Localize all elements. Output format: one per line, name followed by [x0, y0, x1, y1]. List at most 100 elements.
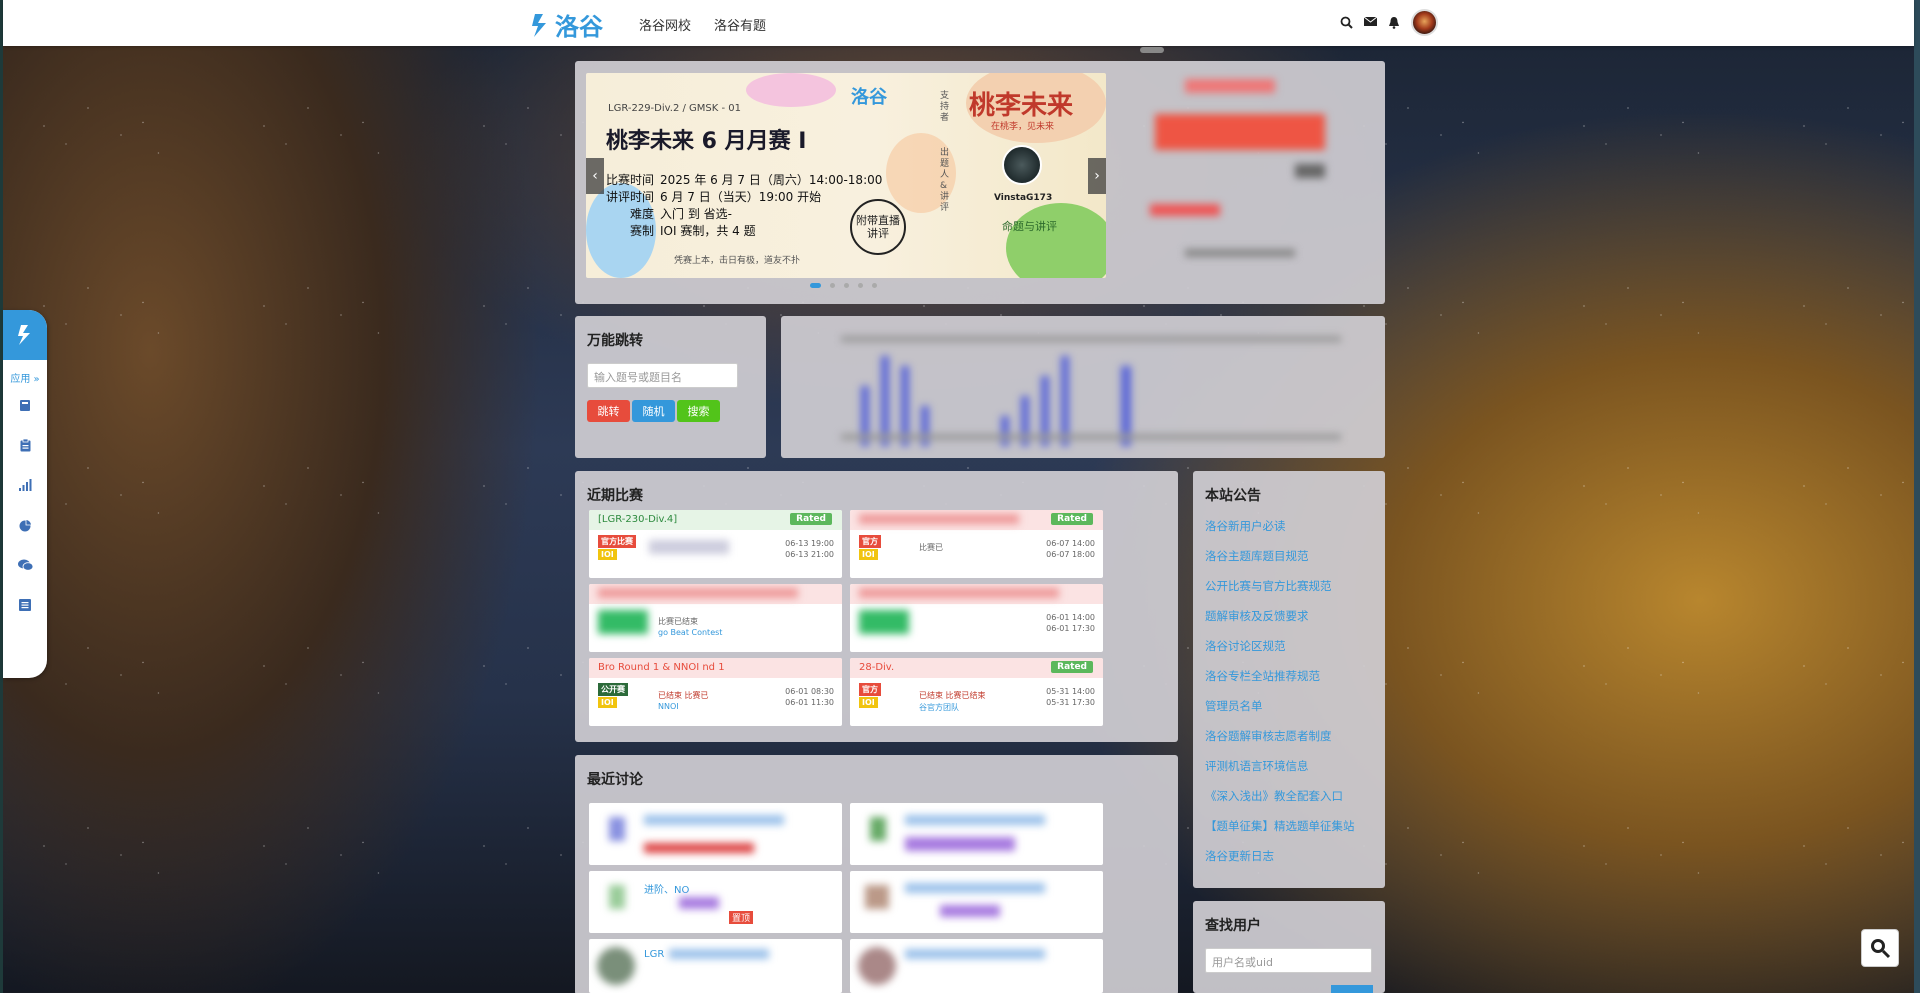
- author-avatar: [1002, 145, 1042, 185]
- banner-contest-id: LGR-229-Div.2 / GMSK - 01: [608, 103, 742, 114]
- contest-mode-tag: IOI: [859, 549, 878, 560]
- discussion-card[interactable]: [850, 939, 1103, 993]
- nav-link-youti[interactable]: 洛谷有题: [714, 15, 766, 34]
- luogu-logo-icon: [532, 13, 546, 37]
- notices-panel: 本站公告 洛谷新用户必读 洛谷主题库题目规范 公开比赛与官方比赛规范 题解审核及…: [1193, 471, 1385, 888]
- contest-type-tag: 官方: [859, 535, 881, 548]
- search-button[interactable]: 搜索: [677, 400, 720, 422]
- discussion-title: LGR: [644, 949, 665, 960]
- banner-next-arrow-icon[interactable]: ›: [1088, 158, 1106, 194]
- app-dock: 应用 »: [3, 310, 47, 678]
- contest-mode-tag: IOI: [859, 697, 878, 708]
- notice-link[interactable]: 【题单征集】精选题单征集站: [1205, 818, 1355, 834]
- contests-title: 近期比赛: [587, 488, 643, 504]
- contest-mode-tag: IOI: [598, 697, 617, 708]
- banner-title: 桃李未来 6 月月赛 I: [606, 129, 807, 154]
- rated-badge: Rated: [1051, 513, 1093, 525]
- contest-banner[interactable]: LGR-229-Div.2 / GMSK - 01 桃李未来 6 月月赛 I 比…: [586, 73, 1106, 278]
- clipboard-icon[interactable]: [3, 425, 47, 465]
- banner-right-subtitle: 在桃李，见未来: [991, 122, 1055, 132]
- contest-card[interactable]: Rated 官方 IOI 比赛已 06-07 14:00 06-07 18:00: [850, 510, 1103, 578]
- mail-icon[interactable]: [1363, 16, 1377, 30]
- window-frame-right: [1914, 0, 1920, 993]
- discuss-title: 最近讨论: [587, 772, 643, 788]
- notice-link[interactable]: 洛谷主题库题目规范: [1205, 548, 1309, 564]
- banner-right-title: 桃李未来: [969, 91, 1074, 121]
- user-avatar[interactable]: [1411, 9, 1438, 36]
- carousel-dot[interactable]: [872, 283, 877, 288]
- rated-badge: Rated: [1051, 661, 1093, 673]
- contest-card[interactable]: [LGR-230-Div.4] Rated 官方比赛 IOI 06-13 19:…: [589, 510, 842, 578]
- carousel-dot[interactable]: [810, 283, 821, 288]
- banner-footer: 凭赛上本，击日有极，道友不扑: [674, 256, 801, 266]
- pie-chart-icon[interactable]: [3, 505, 47, 545]
- contest-title: [LGR-230-Div.4]: [598, 514, 678, 525]
- random-button[interactable]: 随机: [632, 400, 675, 422]
- top-navbar: 洛谷 洛谷网校 洛谷有题: [3, 0, 1914, 46]
- contest-card[interactable]: 比赛已结束 go Beat Contest: [589, 584, 842, 652]
- blurred-user-card: [1145, 74, 1345, 264]
- dock-logo-icon[interactable]: [3, 310, 47, 360]
- notice-link[interactable]: 洛谷讨论区规范: [1205, 638, 1286, 654]
- contest-team: NNOI: [658, 702, 679, 711]
- contest-status: 已结束 比赛已: [658, 691, 709, 700]
- carousel-dot[interactable]: [844, 283, 849, 288]
- luogu-logo[interactable]: 洛谷: [529, 7, 603, 42]
- contest-card[interactable]: 06-01 14:00 06-01 17:30: [850, 584, 1103, 652]
- list-icon[interactable]: [3, 585, 47, 625]
- contest-end: 05-31 17:30: [1046, 698, 1095, 707]
- contest-start: 06-01 14:00: [1046, 613, 1095, 622]
- nav-icon-group: [1339, 9, 1438, 36]
- notice-link[interactable]: 洛谷专栏全站推荐规范: [1205, 668, 1320, 684]
- search-icon[interactable]: [1339, 16, 1353, 30]
- contest-end: 06-01 17:30: [1046, 624, 1095, 633]
- notice-link[interactable]: 管理员名单: [1205, 698, 1263, 714]
- notice-link[interactable]: 评测机语言环境信息: [1205, 758, 1309, 774]
- contest-end: 06-13 21:00: [785, 550, 834, 559]
- book-icon[interactable]: [3, 385, 47, 425]
- banner-logo: 洛谷: [851, 87, 887, 108]
- contest-card[interactable]: Bro Round 1 & NNOI nd 1 公开赛 IOI 已结束 比赛已 …: [589, 658, 842, 726]
- floating-search-button[interactable]: [1861, 929, 1899, 967]
- carousel-dot[interactable]: [858, 283, 863, 288]
- contest-title: 28-Div.: [859, 662, 895, 673]
- discussion-card[interactable]: 进阶、NO 置顶: [589, 871, 842, 933]
- contest-status: 已结束 比赛已结束: [919, 691, 986, 700]
- contest-start: 05-31 14:00: [1046, 687, 1095, 696]
- blurred-chart: [801, 326, 1361, 446]
- find-user-panel: 查找用户 用户名或uid: [1193, 901, 1385, 993]
- notice-link[interactable]: 洛谷更新日志: [1205, 848, 1274, 864]
- find-user-input[interactable]: 用户名或uid: [1205, 948, 1372, 973]
- stats-panel: [781, 316, 1385, 458]
- carousel-dots: [810, 283, 877, 288]
- discussion-card[interactable]: [589, 803, 842, 865]
- notice-link[interactable]: 洛谷题解审核志愿者制度: [1205, 728, 1332, 744]
- contest-end: 06-01 11:30: [785, 698, 834, 707]
- jump-button[interactable]: 跳转: [587, 400, 630, 422]
- contest-start: 06-01 08:30: [785, 687, 834, 696]
- jump-title: 万能跳转: [587, 333, 643, 349]
- discussion-card[interactable]: LGR: [589, 939, 842, 993]
- discussion-card[interactable]: [850, 803, 1103, 865]
- notice-link[interactable]: 公开比赛与官方比赛规范: [1205, 578, 1332, 594]
- magnify-icon: [1871, 939, 1891, 959]
- bar-chart-icon[interactable]: [3, 465, 47, 505]
- notice-link[interactable]: 《深入浅出》教全配套入口: [1205, 788, 1343, 804]
- jump-input[interactable]: 输入题号或题目名: [587, 363, 738, 388]
- contest-start: 06-13 19:00: [785, 539, 834, 548]
- nav-link-wangxiao[interactable]: 洛谷网校: [639, 15, 691, 34]
- contest-card[interactable]: 28-Div. Rated 官方 IOI 已结束 比赛已结束 谷官方团队 05-…: [850, 658, 1103, 726]
- find-user-button[interactable]: [1331, 985, 1373, 993]
- banner-prev-arrow-icon[interactable]: ‹: [586, 158, 604, 194]
- notice-link[interactable]: 题解审核及反馈要求: [1205, 608, 1309, 624]
- author-role: 命题与讲评: [1002, 220, 1057, 233]
- dock-app-label[interactable]: 应用 »: [3, 370, 47, 385]
- notices-title: 本站公告: [1205, 488, 1261, 504]
- banner-row-time: 比赛时间 2025 年 6 月 7 日（周六）14:00-18:00: [606, 173, 883, 187]
- discussion-card[interactable]: [850, 871, 1103, 933]
- notice-link[interactable]: 洛谷新用户必读: [1205, 518, 1286, 534]
- carousel-dot[interactable]: [830, 283, 835, 288]
- bell-icon[interactable]: [1387, 16, 1401, 30]
- pinned-badge: 置顶: [729, 911, 754, 924]
- comments-icon[interactable]: [3, 545, 47, 585]
